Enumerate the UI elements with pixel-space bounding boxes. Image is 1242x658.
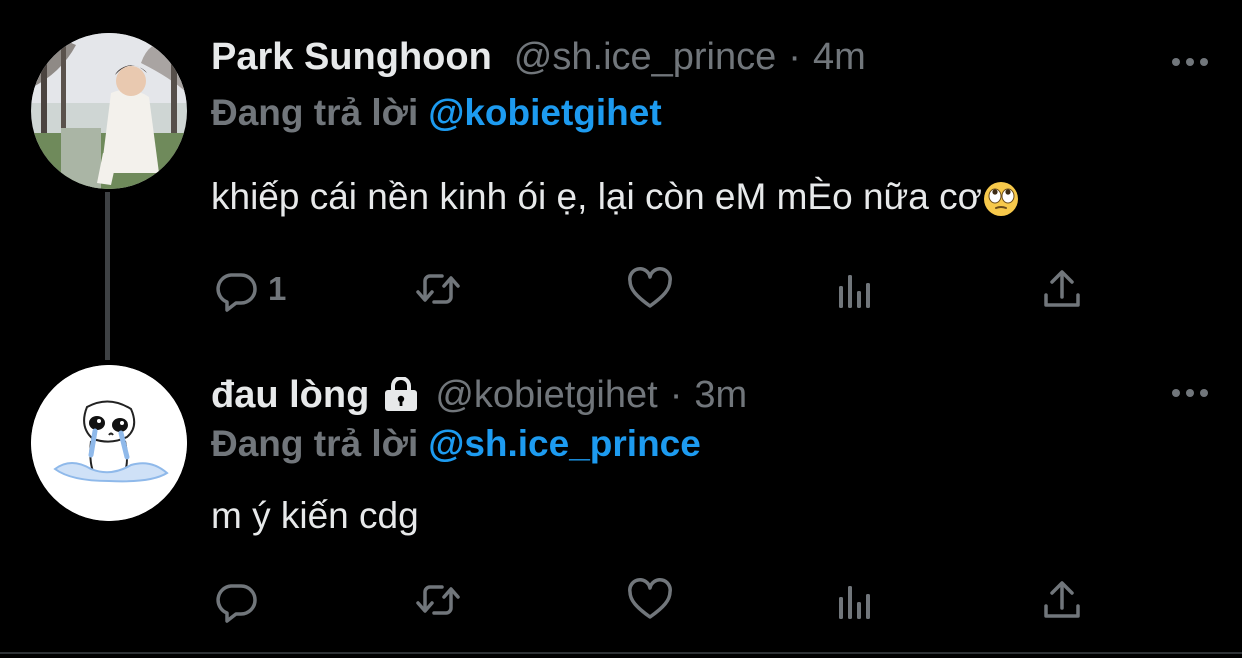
reply-icon (216, 273, 257, 312)
lock-icon (385, 377, 418, 411)
like-button[interactable] (626, 575, 674, 625)
tweet-header: đau lòng @kobietgihet · 3m (211, 373, 747, 425)
retweet-button[interactable] (414, 575, 462, 625)
reply-icon (216, 584, 257, 623)
tweet-actions: 1 (0, 264, 1242, 314)
replying-to: Đang trả lời @kobietgihet (211, 92, 662, 134)
tweet[interactable]: Park Sunghoon @sh.ice_prince · 4m Đang t… (0, 0, 1242, 360)
retweet-icon (416, 274, 460, 304)
reply-mention-link[interactable]: @sh.ice_prince (428, 423, 701, 464)
like-button[interactable] (626, 264, 674, 314)
tweet-text-content: khiếp cái nền kinh ói ẹ, lại còn eM mÈo … (211, 176, 982, 217)
retweet-button[interactable] (414, 264, 462, 314)
analytics-button[interactable] (833, 264, 881, 314)
avatar-photo (31, 33, 187, 189)
more-options-icon[interactable] (1170, 386, 1210, 400)
reply-button[interactable] (212, 575, 260, 625)
replying-to-label: Đang trả lời (211, 92, 419, 133)
share-icon (1044, 270, 1080, 307)
share-button[interactable] (1038, 575, 1086, 625)
bottom-divider (0, 652, 1242, 654)
replying-to-label: Đang trả lời (211, 423, 419, 464)
analytics-button[interactable] (833, 575, 881, 625)
reply-button[interactable]: 1 (212, 264, 286, 314)
timestamp[interactable]: 4m (813, 36, 866, 79)
display-name[interactable]: Park Sunghoon (211, 36, 492, 79)
like-icon (628, 578, 672, 619)
tweet-actions (0, 575, 1242, 625)
user-handle[interactable]: @sh.ice_prince (514, 36, 776, 79)
user-handle[interactable]: @kobietgihet (435, 374, 657, 417)
avatar[interactable] (31, 365, 187, 521)
tweet[interactable]: đau lòng @kobietgihet · 3m Đang trả lời @… (0, 345, 1242, 658)
avatar[interactable] (31, 33, 187, 189)
tweet-text: m ý kiến cdg (211, 495, 419, 537)
separator-dot: · (669, 374, 683, 416)
face-with-rolling-eyes-icon (983, 182, 1018, 216)
analytics-icon (839, 586, 870, 619)
avatar-crying-doodle (31, 365, 187, 521)
tweet-header: Park Sunghoon @sh.ice_prince · 4m (211, 36, 866, 88)
timestamp[interactable]: 3m (694, 374, 747, 417)
more-options-icon[interactable] (1170, 55, 1210, 69)
reply-count: 1 (268, 270, 287, 307)
like-icon (628, 267, 672, 308)
replying-to: Đang trả lời @sh.ice_prince (211, 423, 701, 465)
analytics-icon (839, 275, 870, 308)
share-icon (1044, 581, 1080, 618)
separator-dot: · (788, 36, 801, 78)
share-button[interactable] (1038, 264, 1086, 314)
display-name[interactable]: đau lòng (211, 374, 369, 417)
retweet-icon (416, 585, 460, 615)
reply-mention-link[interactable]: @kobietgihet (428, 92, 661, 133)
tweet-text-content: m ý kiến cdg (211, 495, 419, 536)
tweet-text: khiếp cái nền kinh ói ẹ, lại còn eM mÈo … (211, 176, 1019, 218)
